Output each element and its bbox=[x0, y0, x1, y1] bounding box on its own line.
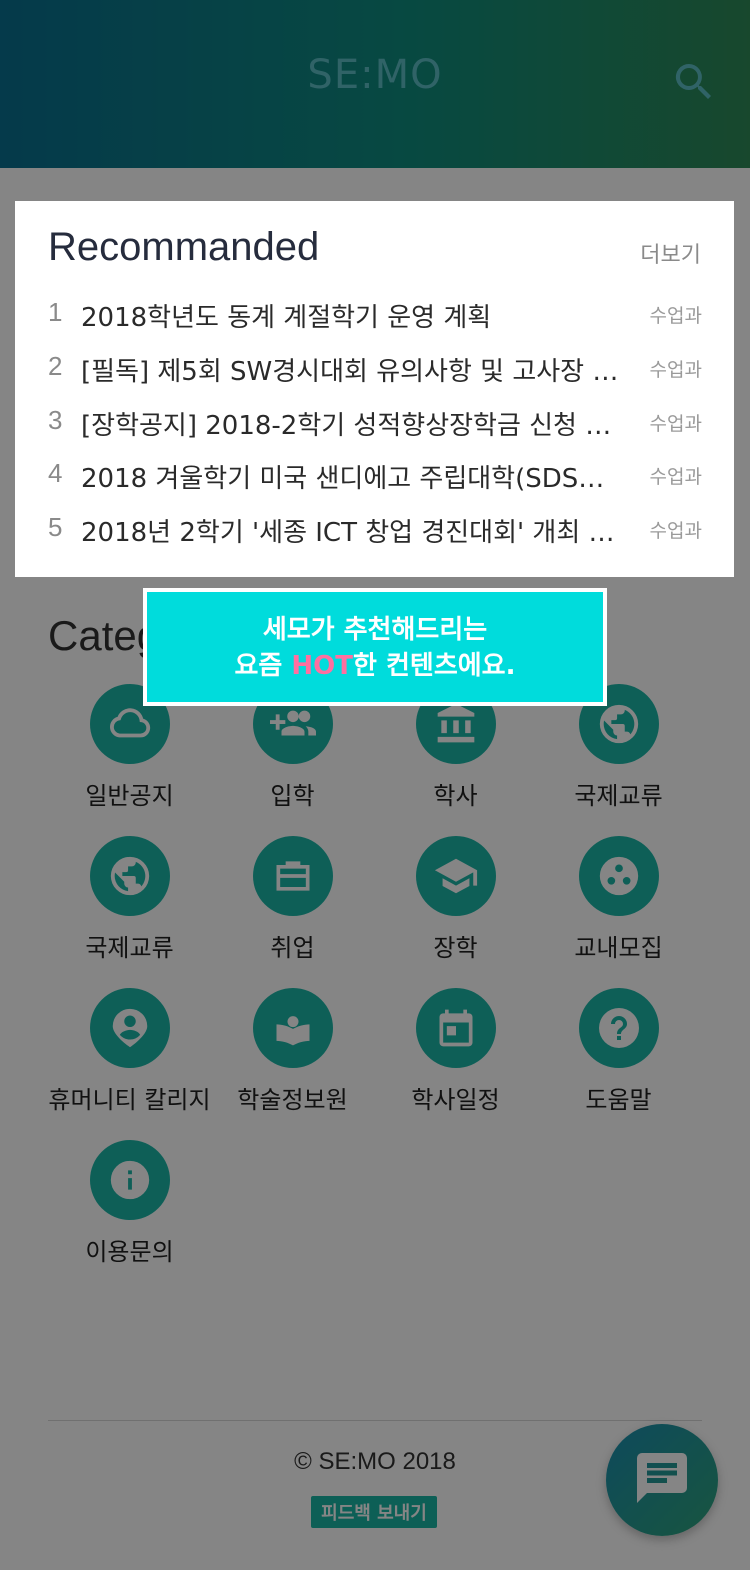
item-title: 2018 겨울학기 미국 샌디에고 주립대학(SDSU) 연수 bbox=[81, 464, 621, 494]
item-title: [장학공지] 2018-2학기 성적향상장학금 신청 안내 bbox=[81, 411, 621, 441]
tutorial-tooltip: 세모가 추천해드리는 요즘 HOT한 컨텐츠에요. bbox=[143, 588, 607, 706]
item-dept: 수업과 bbox=[649, 520, 702, 542]
recommended-item[interactable]: 5 2018년 2학기 '세종 ICT 창업 경진대회' 개최 안내 수업과 bbox=[48, 512, 702, 548]
item-rank: 2 bbox=[48, 351, 63, 381]
recommended-title: Recommanded bbox=[48, 225, 320, 269]
tooltip-line-2-pre: 요즘 bbox=[234, 651, 292, 681]
tooltip-line-2-post: 한 컨텐츠에요. bbox=[353, 651, 516, 681]
recommended-item[interactable]: 1 2018학년도 동계 계절학기 운영 계획 수업과 bbox=[48, 297, 702, 333]
more-link[interactable]: 더보기 bbox=[640, 237, 701, 269]
recommended-card: Recommanded 더보기 1 2018학년도 동계 계절학기 운영 계획 … bbox=[15, 201, 734, 577]
item-dept: 수업과 bbox=[649, 305, 702, 327]
tooltip-line-2: 요즘 HOT한 컨텐츠에요. bbox=[147, 648, 603, 684]
item-dept: 수업과 bbox=[649, 413, 702, 435]
item-rank: 3 bbox=[48, 405, 63, 435]
item-title: 2018년 2학기 '세종 ICT 창업 경진대회' 개최 안내 bbox=[81, 518, 621, 548]
item-rank: 1 bbox=[48, 297, 63, 327]
tooltip-line-1: 세모가 추천해드리는 bbox=[262, 615, 488, 645]
item-dept: 수업과 bbox=[649, 466, 702, 488]
recommended-item[interactable]: 4 2018 겨울학기 미국 샌디에고 주립대학(SDSU) 연수 수업과 bbox=[48, 458, 702, 494]
item-title: [필독] 제5회 SW경시대회 유의사항 및 고사장 안내 bbox=[81, 357, 621, 387]
item-dept: 수업과 bbox=[649, 359, 702, 381]
tooltip-hot-text: HOT bbox=[291, 651, 354, 681]
item-title: 2018학년도 동계 계절학기 운영 계획 bbox=[81, 303, 492, 333]
recommended-item[interactable]: 2 [필독] 제5회 SW경시대회 유의사항 및 고사장 안내 수업과 bbox=[48, 351, 702, 387]
item-rank: 5 bbox=[48, 512, 63, 542]
recommended-item[interactable]: 3 [장학공지] 2018-2학기 성적향상장학금 신청 안내 수업과 bbox=[48, 405, 702, 441]
item-rank: 4 bbox=[48, 458, 63, 488]
